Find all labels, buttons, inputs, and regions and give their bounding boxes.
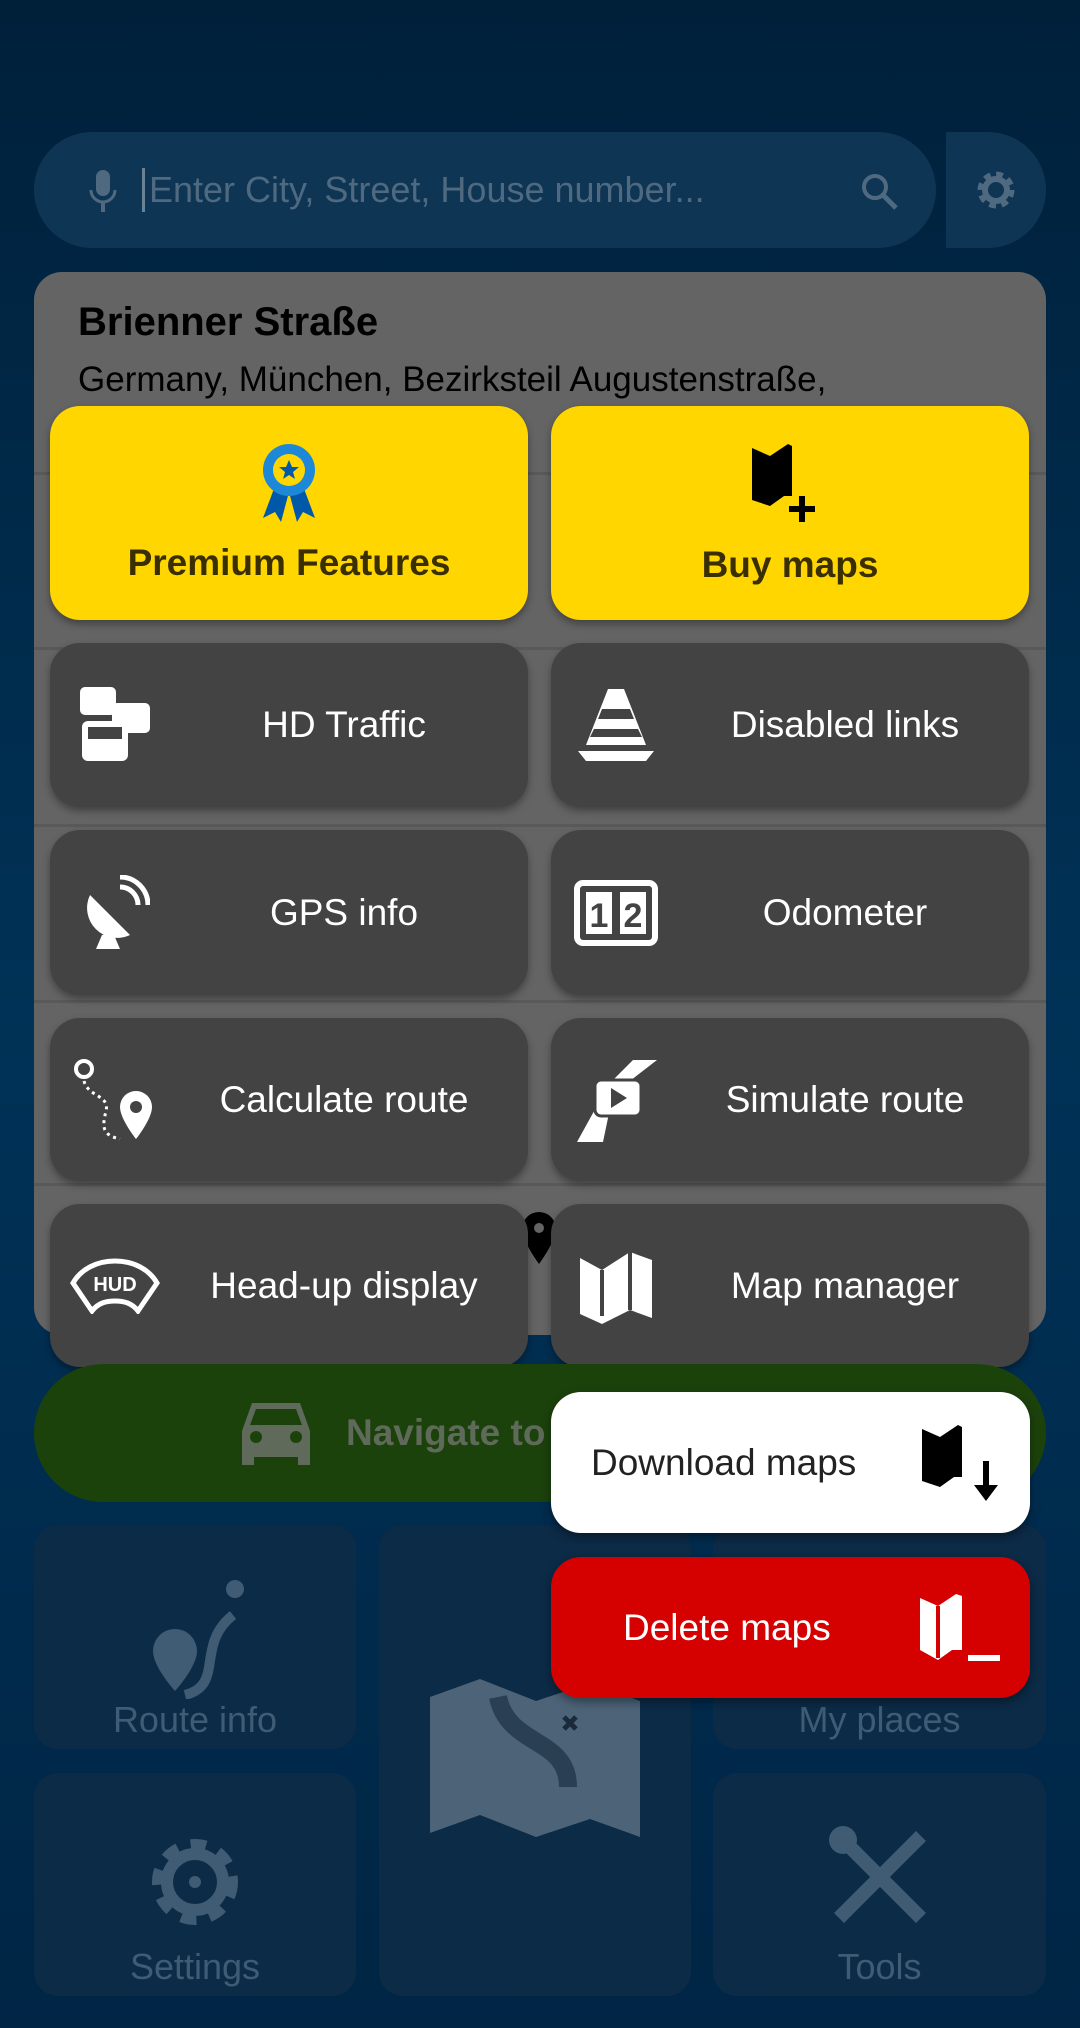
download-maps-label: Download maps [591,1441,857,1483]
tools-label: Tools [837,1946,922,1987]
divider [34,1183,1046,1186]
svg-text:HUD: HUD [93,1274,136,1296]
route-info-label: Route info [112,1699,278,1740]
svg-text:1: 1 [590,897,609,935]
premium-features-button[interactable]: Premium Features [50,406,528,620]
navigate-label: Navigate to [346,1412,546,1453]
hud-icon: HUD [70,1257,160,1314]
simulate-route-button[interactable]: Simulate route [551,1018,1029,1181]
map-delete-icon [920,1593,1000,1661]
delete-maps-button[interactable]: Delete maps [551,1557,1030,1698]
divider [34,824,1046,827]
calculate-route-button[interactable]: Calculate route [50,1018,528,1181]
head-up-display-label: Head-up display [210,1264,478,1306]
disabled-links-label: Disabled links [730,704,960,745]
tools-icon [828,1826,926,1923]
simulate-route-label: Simulate route [725,1078,965,1120]
gear-icon [977,171,1015,209]
satellite-dish-icon [87,874,150,949]
buy-maps-button[interactable]: Buy maps [551,406,1029,620]
search-icon[interactable] [860,172,900,212]
settings-button[interactable] [946,132,1046,248]
search-bar[interactable]: Enter City, Street, House number... [34,132,936,248]
settings-gear-icon [152,1839,238,1925]
microphone-icon[interactable] [88,170,118,214]
map-icon [580,1251,652,1324]
search-input[interactable]: Enter City, Street, House number... [142,168,705,212]
premium-features-label: Premium Features [127,542,451,583]
svg-text:2: 2 [624,897,643,935]
map-manager-button[interactable]: Map manager [551,1204,1029,1367]
calculate-route-label: Calculate route [219,1078,469,1120]
gps-info-button[interactable]: GPS info [50,830,528,995]
my-places-label: My places [798,1699,961,1740]
traffic-cone-icon [578,689,654,761]
settings-label: Settings [129,1946,261,1987]
car-icon [242,1403,310,1465]
place-address: Germany, München, Bezirksteil Augustenst… [78,360,827,399]
hd-traffic-button[interactable]: HD Traffic [50,643,528,807]
disabled-links-button[interactable]: Disabled links [551,643,1029,807]
traffic-cars-icon [80,687,150,761]
map-download-icon [922,1424,998,1501]
place-title: Brienner Straße [78,300,379,344]
route-info-button[interactable]: Route info [34,1525,356,1749]
route-pins-icon [74,1058,152,1140]
hd-traffic-label: HD Traffic [262,704,426,745]
settings-tile[interactable]: Settings [34,1773,356,1996]
road-play-icon [577,1059,657,1142]
odometer-button[interactable]: 12 Odometer [551,830,1029,995]
download-maps-button[interactable]: Download maps [551,1392,1030,1533]
ribbon-award-icon [263,444,315,522]
head-up-display-button[interactable]: HUD Head-up display [50,1204,528,1367]
map-plus-icon [752,444,815,522]
odometer-label: Odometer [762,891,928,933]
map-illustration-icon [430,1678,640,1837]
route-info-icon [153,1580,244,1699]
tools-tile[interactable]: Tools [713,1773,1046,1996]
gps-info-label: GPS info [269,891,419,933]
odometer-icon: 12 [574,879,658,946]
buy-maps-label: Buy maps [701,544,879,585]
map-manager-label: Map manager [730,1264,960,1306]
delete-maps-label: Delete maps [623,1606,831,1648]
divider [34,1000,1046,1003]
